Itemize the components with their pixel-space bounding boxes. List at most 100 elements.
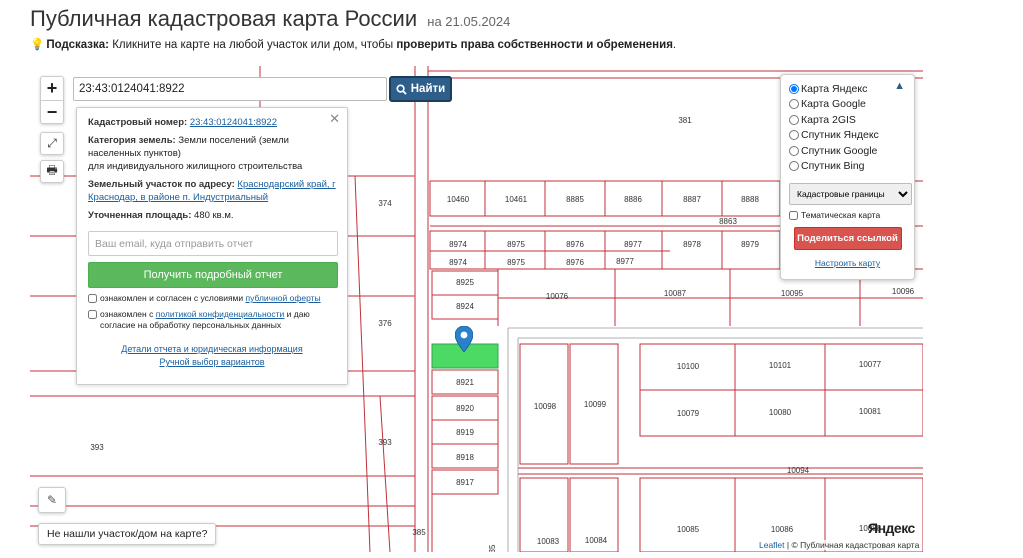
parcel-label[interactable]: 385 <box>412 528 426 537</box>
layer-radio[interactable] <box>789 114 799 125</box>
parcel-label[interactable]: 8976 <box>566 240 584 249</box>
layer-radio[interactable] <box>789 130 799 141</box>
parcel-label[interactable]: 8918 <box>456 453 474 462</box>
parcel-label[interactable]: 10079 <box>677 409 700 418</box>
parcel-label[interactable]: 8977 <box>624 240 642 249</box>
cadastral-search-input[interactable] <box>73 77 387 101</box>
fullscreen-button[interactable]: ⤢ <box>40 132 64 155</box>
parcel-label[interactable]: 10076 <box>546 292 569 301</box>
parcel-label[interactable]: 10080 <box>769 408 792 417</box>
manual-selection-link[interactable]: Ручной выбор вариантов <box>159 357 264 367</box>
parcel-label[interactable]: 10087 <box>664 289 687 298</box>
get-report-button[interactable]: Получить подробный отчет <box>88 262 338 288</box>
zoom-control: + − <box>40 76 64 124</box>
layer-option-google-map[interactable]: Карта Google <box>789 97 906 113</box>
thematic-map-checkbox[interactable] <box>789 210 798 220</box>
parcel-label[interactable]: 10077 <box>859 360 882 369</box>
location-pin-icon[interactable] <box>455 326 473 352</box>
parcel-label[interactable]: 35 <box>488 544 497 552</box>
overlay-select[interactable]: Кадастровые границы <box>789 183 912 205</box>
layer-radio[interactable] <box>789 145 799 156</box>
parcel-label[interactable]: 8924 <box>456 302 474 311</box>
parcel-label[interactable]: 10095 <box>781 289 804 298</box>
leaflet-link[interactable]: Leaflet <box>759 540 785 550</box>
parcel-label[interactable]: 8978 <box>683 240 701 249</box>
address-row: Земельный участок по адресу: Краснодарск… <box>88 178 336 204</box>
parcel-label[interactable]: 10460 <box>447 195 470 204</box>
print-button[interactable]: 🖶 <box>40 160 64 183</box>
layer-radio[interactable] <box>789 161 799 172</box>
parcel-label[interactable]: 10083 <box>537 537 560 546</box>
parcel-label[interactable]: 393 <box>90 443 104 452</box>
parcel-label[interactable]: 10098 <box>534 402 557 411</box>
parcel-label[interactable]: 8976 <box>566 258 584 267</box>
parcel-label[interactable]: 8974 <box>449 258 467 267</box>
privacy-policy-link[interactable]: политикой конфиденциальности <box>156 309 285 319</box>
search-button[interactable]: Найти <box>389 76 452 102</box>
parcel-label[interactable]: 8919 <box>456 428 474 437</box>
parcel-label[interactable]: 10101 <box>769 361 792 370</box>
parcel-label[interactable]: 10085 <box>677 525 700 534</box>
layer-option-label: Карта 2GIS <box>801 113 856 126</box>
privacy-consent-label: ознакомлен с <box>100 309 154 319</box>
parcel-label[interactable]: 10100 <box>677 362 700 371</box>
hint-bold: проверить права собственности и обремене… <box>396 39 673 51</box>
cadastral-number-link[interactable]: 23:43:0124041:8922 <box>190 117 277 128</box>
parcel-label[interactable]: 8975 <box>507 258 525 267</box>
zoom-out-button[interactable]: − <box>41 100 63 123</box>
share-link-button[interactable]: Поделиться ссылкой <box>793 227 902 250</box>
parcel-label[interactable]: 376 <box>378 319 392 328</box>
parcel-label[interactable]: 10094 <box>787 466 810 475</box>
parcel-label[interactable]: 374 <box>378 199 392 208</box>
close-icon[interactable]: ✕ <box>329 112 340 125</box>
parcel-label[interactable]: 10461 <box>505 195 528 204</box>
parcel-label[interactable]: 10086 <box>771 525 794 534</box>
page-title: Публичная кадастровая карта России на 21… <box>30 6 510 32</box>
thematic-map-label: Тематическая карта <box>801 210 881 220</box>
not-found-button[interactable]: Не нашли участок/дом на карте? <box>38 523 217 545</box>
parcel-label[interactable]: 8863 <box>719 217 737 226</box>
thematic-map-toggle[interactable]: Тематическая карта <box>789 210 906 220</box>
email-field[interactable] <box>88 231 338 256</box>
layer-option-yandex-satellite[interactable]: Спутник Яндекс <box>789 128 906 144</box>
parcel-label[interactable]: 10084 <box>585 536 608 545</box>
parcel-label[interactable]: 8887 <box>683 195 701 204</box>
parcel-label[interactable]: 10081 <box>859 407 882 416</box>
edit-button[interactable]: ✎ <box>38 487 66 513</box>
chevron-up-icon[interactable]: ▲ <box>894 80 905 92</box>
report-details-link[interactable]: Детали отчета и юридическая информация <box>121 344 302 354</box>
offer-consent-checkbox[interactable] <box>88 294 97 303</box>
parcel-label[interactable]: 8886 <box>624 195 642 204</box>
public-offer-link[interactable]: публичной оферты <box>246 293 321 303</box>
layer-option-2gis-map[interactable]: Карта 2GIS <box>789 112 906 128</box>
configure-map-link[interactable]: Настроить карту <box>789 258 906 268</box>
layer-radio[interactable] <box>789 83 799 94</box>
parcel-label[interactable]: 8921 <box>456 378 474 387</box>
land-category-label: Категория земель: <box>88 135 176 146</box>
map-attribution: Leaflet | © Публичная кадастровая карта <box>756 540 923 550</box>
parcel-label[interactable]: 8977 <box>616 257 634 266</box>
layer-option-label: Спутник Google <box>801 144 878 157</box>
layer-radio[interactable] <box>789 99 799 110</box>
parcel-label[interactable]: 393 <box>378 438 392 447</box>
parcel-label[interactable]: 8888 <box>741 195 759 204</box>
privacy-consent-checkbox[interactable] <box>88 310 97 319</box>
parcel-label[interactable]: 381 <box>678 116 692 125</box>
parcel-label[interactable]: 8979 <box>741 240 759 249</box>
parcel-label[interactable]: 10099 <box>584 400 607 409</box>
parcel-label[interactable]: 8974 <box>449 240 467 249</box>
address-label: Земельный участок по адресу: <box>88 179 235 190</box>
layer-option-bing-satellite[interactable]: Спутник Bing <box>789 159 906 175</box>
zoom-in-button[interactable]: + <box>41 77 63 100</box>
parcel-label[interactable]: 8917 <box>456 478 474 487</box>
parcel-label[interactable]: 8925 <box>456 278 474 287</box>
area-row: Уточненная площадь: 480 кв.м. <box>88 209 336 222</box>
layer-option-yandex-map[interactable]: Карта Яндекс <box>789 81 906 97</box>
privacy-consent[interactable]: ознакомлен с политикой конфиденциальност… <box>88 309 336 331</box>
parcel-label[interactable]: 8920 <box>456 404 474 413</box>
parcel-label[interactable]: 8885 <box>566 195 584 204</box>
offer-consent[interactable]: ознакомлен и согласен с условиями публич… <box>88 293 336 304</box>
layer-option-google-satellite[interactable]: Спутник Google <box>789 143 906 159</box>
parcel-label[interactable]: 10096 <box>892 287 915 296</box>
parcel-label[interactable]: 8975 <box>507 240 525 249</box>
